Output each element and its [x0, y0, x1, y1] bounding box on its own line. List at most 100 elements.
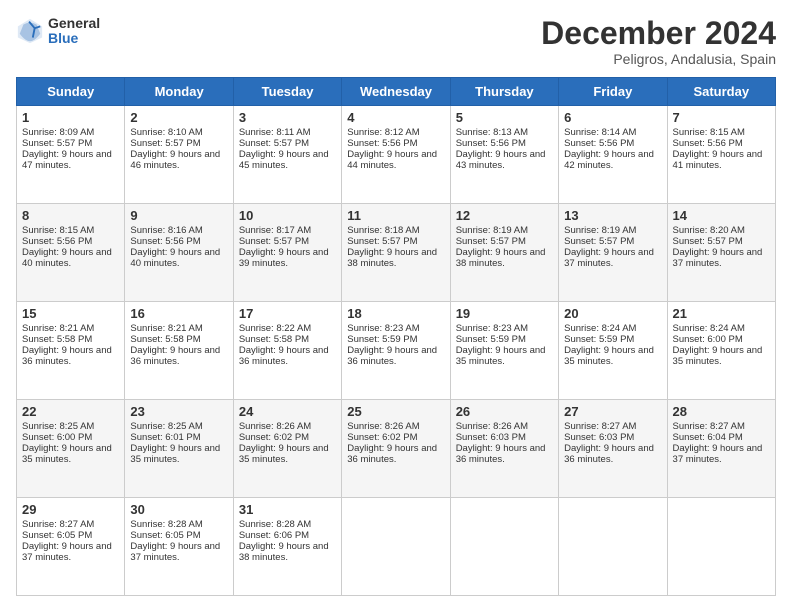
- daylight-text: Daylight: 9 hours and 42 minutes.: [564, 149, 654, 171]
- day-number: 13: [564, 208, 661, 223]
- sunset-text: Sunset: 5:58 PM: [22, 334, 92, 345]
- day-number: 31: [239, 502, 336, 517]
- table-cell: 9 Sunrise: 8:16 AM Sunset: 5:56 PM Dayli…: [125, 204, 233, 302]
- table-cell: 25 Sunrise: 8:26 AM Sunset: 6:02 PM Dayl…: [342, 400, 450, 498]
- col-friday: Friday: [559, 78, 667, 106]
- daylight-text: Daylight: 9 hours and 36 minutes.: [22, 345, 112, 367]
- daylight-text: Daylight: 9 hours and 45 minutes.: [239, 149, 329, 171]
- table-cell: [342, 498, 450, 596]
- day-number: 24: [239, 404, 336, 419]
- title-area: December 2024 Peligros, Andalusia, Spain: [541, 16, 776, 67]
- day-number: 10: [239, 208, 336, 223]
- sunset-text: Sunset: 5:56 PM: [456, 138, 526, 149]
- sunset-text: Sunset: 5:57 PM: [347, 236, 417, 247]
- day-number: 5: [456, 110, 553, 125]
- logo-blue: Blue: [48, 31, 100, 46]
- sunset-text: Sunset: 5:57 PM: [673, 236, 743, 247]
- day-number: 27: [564, 404, 661, 419]
- sunrise-text: Sunrise: 8:15 AM: [673, 127, 745, 138]
- location: Peligros, Andalusia, Spain: [541, 51, 776, 67]
- sunrise-text: Sunrise: 8:09 AM: [22, 127, 94, 138]
- table-cell: 29 Sunrise: 8:27 AM Sunset: 6:05 PM Dayl…: [17, 498, 125, 596]
- table-cell: 10 Sunrise: 8:17 AM Sunset: 5:57 PM Dayl…: [233, 204, 341, 302]
- sunrise-text: Sunrise: 8:28 AM: [130, 519, 202, 530]
- calendar-table: Sunday Monday Tuesday Wednesday Thursday…: [16, 77, 776, 596]
- logo-general: General: [48, 16, 100, 31]
- day-number: 15: [22, 306, 119, 321]
- table-cell: 19 Sunrise: 8:23 AM Sunset: 5:59 PM Dayl…: [450, 302, 558, 400]
- table-cell: 14 Sunrise: 8:20 AM Sunset: 5:57 PM Dayl…: [667, 204, 775, 302]
- sunrise-text: Sunrise: 8:11 AM: [239, 127, 311, 138]
- sunrise-text: Sunrise: 8:26 AM: [239, 421, 311, 432]
- table-cell: 26 Sunrise: 8:26 AM Sunset: 6:03 PM Dayl…: [450, 400, 558, 498]
- table-cell: 24 Sunrise: 8:26 AM Sunset: 6:02 PM Dayl…: [233, 400, 341, 498]
- sunset-text: Sunset: 5:56 PM: [347, 138, 417, 149]
- table-cell: 13 Sunrise: 8:19 AM Sunset: 5:57 PM Dayl…: [559, 204, 667, 302]
- week-row-4: 22 Sunrise: 8:25 AM Sunset: 6:00 PM Dayl…: [17, 400, 776, 498]
- sunrise-text: Sunrise: 8:27 AM: [673, 421, 745, 432]
- daylight-text: Daylight: 9 hours and 44 minutes.: [347, 149, 437, 171]
- daylight-text: Daylight: 9 hours and 41 minutes.: [673, 149, 763, 171]
- sunrise-text: Sunrise: 8:21 AM: [130, 323, 202, 334]
- table-cell: 27 Sunrise: 8:27 AM Sunset: 6:03 PM Dayl…: [559, 400, 667, 498]
- daylight-text: Daylight: 9 hours and 35 minutes.: [22, 443, 112, 465]
- table-cell: 12 Sunrise: 8:19 AM Sunset: 5:57 PM Dayl…: [450, 204, 558, 302]
- week-row-1: 1 Sunrise: 8:09 AM Sunset: 5:57 PM Dayli…: [17, 106, 776, 204]
- sunset-text: Sunset: 5:57 PM: [564, 236, 634, 247]
- daylight-text: Daylight: 9 hours and 37 minutes.: [22, 541, 112, 563]
- col-saturday: Saturday: [667, 78, 775, 106]
- daylight-text: Daylight: 9 hours and 46 minutes.: [130, 149, 220, 171]
- daylight-text: Daylight: 9 hours and 39 minutes.: [239, 247, 329, 269]
- sunrise-text: Sunrise: 8:16 AM: [130, 225, 202, 236]
- sunset-text: Sunset: 5:57 PM: [130, 138, 200, 149]
- daylight-text: Daylight: 9 hours and 36 minutes.: [239, 345, 329, 367]
- sunrise-text: Sunrise: 8:24 AM: [673, 323, 745, 334]
- sunset-text: Sunset: 5:57 PM: [456, 236, 526, 247]
- header: General Blue December 2024 Peligros, And…: [16, 16, 776, 67]
- week-row-5: 29 Sunrise: 8:27 AM Sunset: 6:05 PM Dayl…: [17, 498, 776, 596]
- daylight-text: Daylight: 9 hours and 36 minutes.: [347, 443, 437, 465]
- day-number: 16: [130, 306, 227, 321]
- sunset-text: Sunset: 5:56 PM: [564, 138, 634, 149]
- sunrise-text: Sunrise: 8:21 AM: [22, 323, 94, 334]
- sunset-text: Sunset: 5:57 PM: [239, 138, 309, 149]
- day-number: 26: [456, 404, 553, 419]
- sunrise-text: Sunrise: 8:12 AM: [347, 127, 419, 138]
- day-number: 30: [130, 502, 227, 517]
- month-title: December 2024: [541, 16, 776, 51]
- sunset-text: Sunset: 5:56 PM: [22, 236, 92, 247]
- sunset-text: Sunset: 6:03 PM: [456, 432, 526, 443]
- table-cell: [450, 498, 558, 596]
- sunset-text: Sunset: 6:02 PM: [239, 432, 309, 443]
- sunset-text: Sunset: 5:56 PM: [130, 236, 200, 247]
- sunrise-text: Sunrise: 8:19 AM: [564, 225, 636, 236]
- sunset-text: Sunset: 5:57 PM: [239, 236, 309, 247]
- sunrise-text: Sunrise: 8:23 AM: [347, 323, 419, 334]
- sunrise-text: Sunrise: 8:25 AM: [22, 421, 94, 432]
- daylight-text: Daylight: 9 hours and 35 minutes.: [130, 443, 220, 465]
- sunset-text: Sunset: 6:03 PM: [564, 432, 634, 443]
- daylight-text: Daylight: 9 hours and 43 minutes.: [456, 149, 546, 171]
- table-cell: [667, 498, 775, 596]
- col-sunday: Sunday: [17, 78, 125, 106]
- sunset-text: Sunset: 5:56 PM: [673, 138, 743, 149]
- sunset-text: Sunset: 5:58 PM: [239, 334, 309, 345]
- daylight-text: Daylight: 9 hours and 37 minutes.: [673, 247, 763, 269]
- day-number: 9: [130, 208, 227, 223]
- sunrise-text: Sunrise: 8:10 AM: [130, 127, 202, 138]
- sunrise-text: Sunrise: 8:25 AM: [130, 421, 202, 432]
- daylight-text: Daylight: 9 hours and 38 minutes.: [239, 541, 329, 563]
- table-cell: 20 Sunrise: 8:24 AM Sunset: 5:59 PM Dayl…: [559, 302, 667, 400]
- daylight-text: Daylight: 9 hours and 36 minutes.: [456, 443, 546, 465]
- daylight-text: Daylight: 9 hours and 36 minutes.: [130, 345, 220, 367]
- day-number: 19: [456, 306, 553, 321]
- table-cell: 5 Sunrise: 8:13 AM Sunset: 5:56 PM Dayli…: [450, 106, 558, 204]
- table-cell: [559, 498, 667, 596]
- table-cell: 8 Sunrise: 8:15 AM Sunset: 5:56 PM Dayli…: [17, 204, 125, 302]
- sunset-text: Sunset: 6:04 PM: [673, 432, 743, 443]
- day-number: 25: [347, 404, 444, 419]
- day-number: 17: [239, 306, 336, 321]
- table-cell: 6 Sunrise: 8:14 AM Sunset: 5:56 PM Dayli…: [559, 106, 667, 204]
- daylight-text: Daylight: 9 hours and 35 minutes.: [673, 345, 763, 367]
- week-row-3: 15 Sunrise: 8:21 AM Sunset: 5:58 PM Dayl…: [17, 302, 776, 400]
